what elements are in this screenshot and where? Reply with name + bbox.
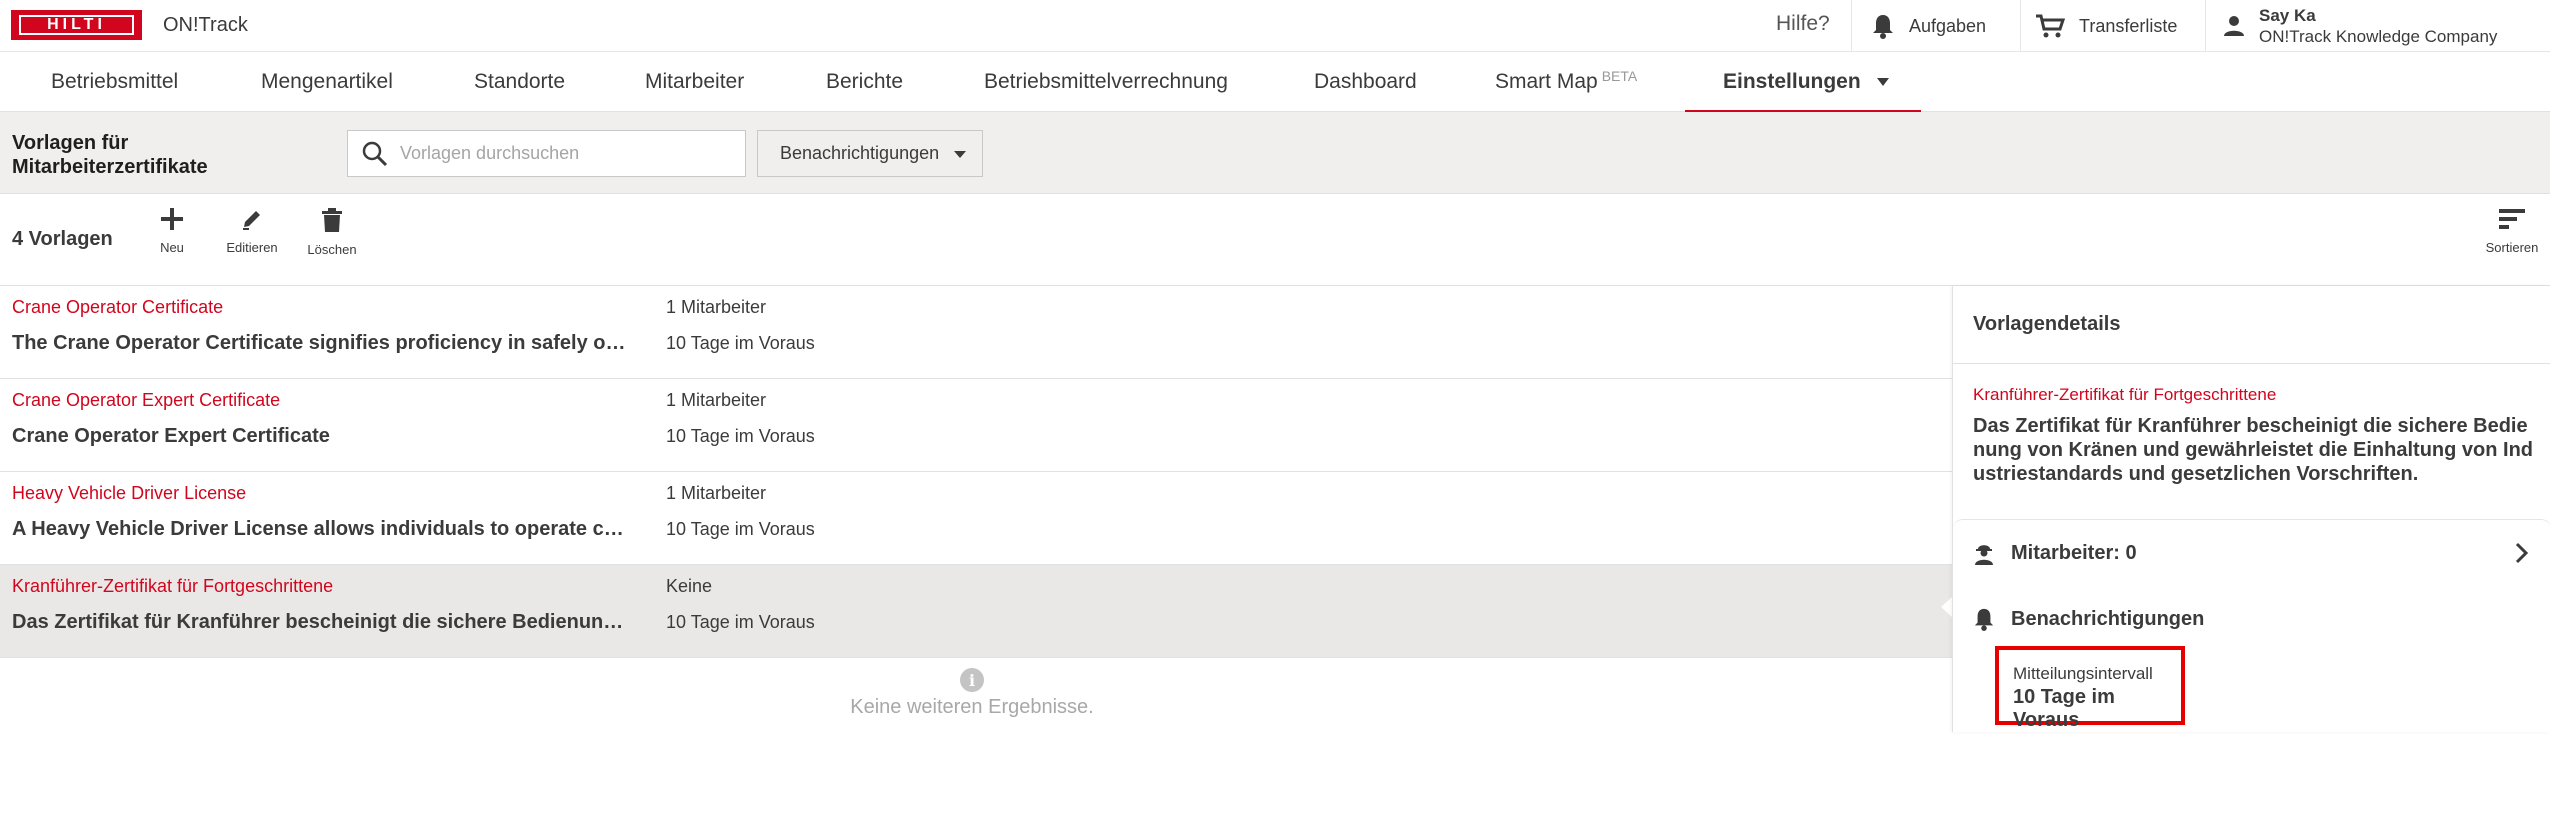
divider xyxy=(2020,0,2021,52)
help-link[interactable]: Hilfe? xyxy=(1776,12,1830,36)
template-name: Heavy Vehicle Driver License xyxy=(12,483,247,503)
detail-panel: Vorlagendetails Kranführer-Zertifikat fü… xyxy=(1952,286,2550,732)
caret-down-icon xyxy=(954,151,966,158)
tasks-label: Aufgaben xyxy=(1909,15,1987,36)
app-title: ON!Track xyxy=(163,14,248,36)
sort-button[interactable]: Sortieren xyxy=(2477,208,2547,255)
nav-item-mitarbeiter[interactable]: Mitarbeiter xyxy=(645,52,744,112)
user-icon xyxy=(2224,16,2244,36)
user-menu[interactable]: Say Ka ON!Track Knowledge Company xyxy=(2223,0,2497,52)
worker-icon xyxy=(1975,545,1993,565)
new-button[interactable]: Neu xyxy=(137,208,207,255)
template-name: Kranführer-Zertifikat für Fortgeschritte… xyxy=(12,576,334,596)
template-name: Crane Operator Expert Certificate xyxy=(12,390,281,410)
employees-row[interactable]: Mitarbeiter: 0 xyxy=(1953,520,2550,586)
selection-pointer xyxy=(1941,597,1952,617)
page-toolbar: Vorlagen für Mitarbeiterzertifikate Bena… xyxy=(0,112,2550,194)
template-employees: Keine xyxy=(666,576,713,596)
template-count: 4 Vorlagen xyxy=(12,228,113,250)
pencil-icon xyxy=(243,211,260,230)
search-icon xyxy=(362,141,388,166)
trash-icon xyxy=(322,208,342,232)
tasks-button[interactable]: Aufgaben xyxy=(1871,0,1986,52)
bell-icon xyxy=(1974,608,1994,631)
template-description: The Crane Operator Certificate signifies… xyxy=(12,332,627,354)
template-interval: 10 Tage im Voraus xyxy=(666,333,815,353)
template-interval: 10 Tage im Voraus xyxy=(666,612,815,632)
list-item[interactable]: Crane Operator Expert Certificate Crane … xyxy=(0,379,1952,472)
plus-icon xyxy=(161,208,183,230)
notification-interval-box: Mitteilungsintervall 10 Tage im Voraus xyxy=(1995,646,2185,731)
sort-icon xyxy=(2499,209,2525,229)
chevron-right-icon xyxy=(2515,542,2529,564)
delete-button[interactable]: Löschen xyxy=(297,208,367,257)
divider xyxy=(1851,0,1852,52)
interval-label: Mitteilungsintervall xyxy=(2013,664,2153,683)
einstellungen-label: Einstellungen xyxy=(1723,70,1861,93)
edit-button[interactable]: Editieren xyxy=(217,208,287,255)
transfer-list-button[interactable]: Transferliste xyxy=(2035,0,2177,52)
template-employees: 1 Mitarbeiter xyxy=(666,297,767,317)
template-description: Crane Operator Expert Certificate xyxy=(12,425,330,447)
nav-item-berichte[interactable]: Berichte xyxy=(826,52,903,112)
nav-item-smart-map[interactable]: Smart Map BETA xyxy=(1495,52,1637,112)
template-interval: 10 Tage im Voraus xyxy=(666,426,815,446)
template-employees: 1 Mitarbeiter xyxy=(666,390,767,410)
detail-template-description: Das Zertifikat für Kranführer bescheinig… xyxy=(1973,415,2534,485)
hilti-logo[interactable]: HILTI xyxy=(11,10,142,40)
cart-icon xyxy=(2036,14,2065,38)
template-list: Crane Operator Certificate The Crane Ope… xyxy=(0,286,1952,658)
notifications-label: Benachrichtigungen xyxy=(2011,607,2205,630)
nav-item-betriebsmittelverrechnung[interactable]: Betriebsmittelverrechnung xyxy=(984,52,1228,112)
no-more-results-text: Keine weiteren Ergebnisse. xyxy=(850,696,1094,718)
search-input[interactable] xyxy=(400,143,730,164)
notifications-filter-dropdown[interactable]: Benachrichtigungen xyxy=(757,130,983,177)
no-more-results: i Keine weiteren Ergebnisse. xyxy=(0,668,1944,719)
main-nav: Betriebsmittel Mengenartikel Standorte M… xyxy=(0,52,2550,113)
nav-item-dashboard[interactable]: Dashboard xyxy=(1314,52,1417,112)
employees-label: Mitarbeiter: 0 xyxy=(2011,541,2137,564)
transfer-label: Transferliste xyxy=(2079,15,2178,36)
logo-text: HILTI xyxy=(19,15,134,35)
detail-template-name: Kranführer-Zertifikat für Fortgeschritte… xyxy=(1973,385,2277,404)
smart-map-label: Smart Map xyxy=(1495,70,1598,93)
template-description: Das Zertifikat für Kranführer bescheinig… xyxy=(12,611,627,633)
notifications-row: Benachrichtigungen xyxy=(1953,586,2550,652)
nav-item-mengenartikel[interactable]: Mengenartikel xyxy=(261,52,393,112)
top-bar: HILTI ON!Track Hilfe? Aufgaben Transferl… xyxy=(0,0,2550,52)
template-interval: 10 Tage im Voraus xyxy=(666,519,815,539)
dropdown-value: Benachrichtigungen xyxy=(780,143,940,163)
divider xyxy=(2205,0,2206,52)
template-description: A Heavy Vehicle Driver License allows in… xyxy=(12,518,627,540)
interval-value: 10 Tage im Voraus xyxy=(2013,686,2115,731)
nav-item-standorte[interactable]: Standorte xyxy=(474,52,565,112)
info-icon: i xyxy=(960,668,984,692)
new-label: Neu xyxy=(160,240,184,255)
detail-header: Vorlagendetails xyxy=(1953,286,2550,364)
page-title: Vorlagen für Mitarbeiterzertifikate xyxy=(12,132,208,178)
template-name: Crane Operator Certificate xyxy=(12,297,224,317)
nav-item-einstellungen[interactable]: Einstellungen xyxy=(1723,52,1889,112)
beta-badge: BETA xyxy=(1601,68,1638,84)
search-box[interactable] xyxy=(347,130,746,177)
user-company: ON!Track Knowledge Company xyxy=(2259,27,2498,46)
edit-label: Editieren xyxy=(226,240,278,255)
detail-card: Mitarbeiter: 0 Benachrichtigungen Mittei… xyxy=(1953,519,2550,732)
nav-item-betriebsmittel[interactable]: Betriebsmittel xyxy=(51,52,178,112)
list-item-selected[interactable]: Kranführer-Zertifikat für Fortgeschritte… xyxy=(0,565,1952,658)
action-bar: 4 Vorlagen Neu Editieren Löschen Sortier… xyxy=(0,194,2550,286)
bell-icon xyxy=(1873,15,1893,39)
list-item[interactable]: Crane Operator Certificate The Crane Ope… xyxy=(0,286,1952,379)
template-employees: 1 Mitarbeiter xyxy=(666,483,767,503)
user-name: Say Ka xyxy=(2259,6,2316,25)
list-item[interactable]: Heavy Vehicle Driver License A Heavy Veh… xyxy=(0,472,1952,565)
caret-down-icon xyxy=(1876,78,1889,86)
sort-label: Sortieren xyxy=(2485,240,2539,255)
delete-label: Löschen xyxy=(307,242,357,257)
